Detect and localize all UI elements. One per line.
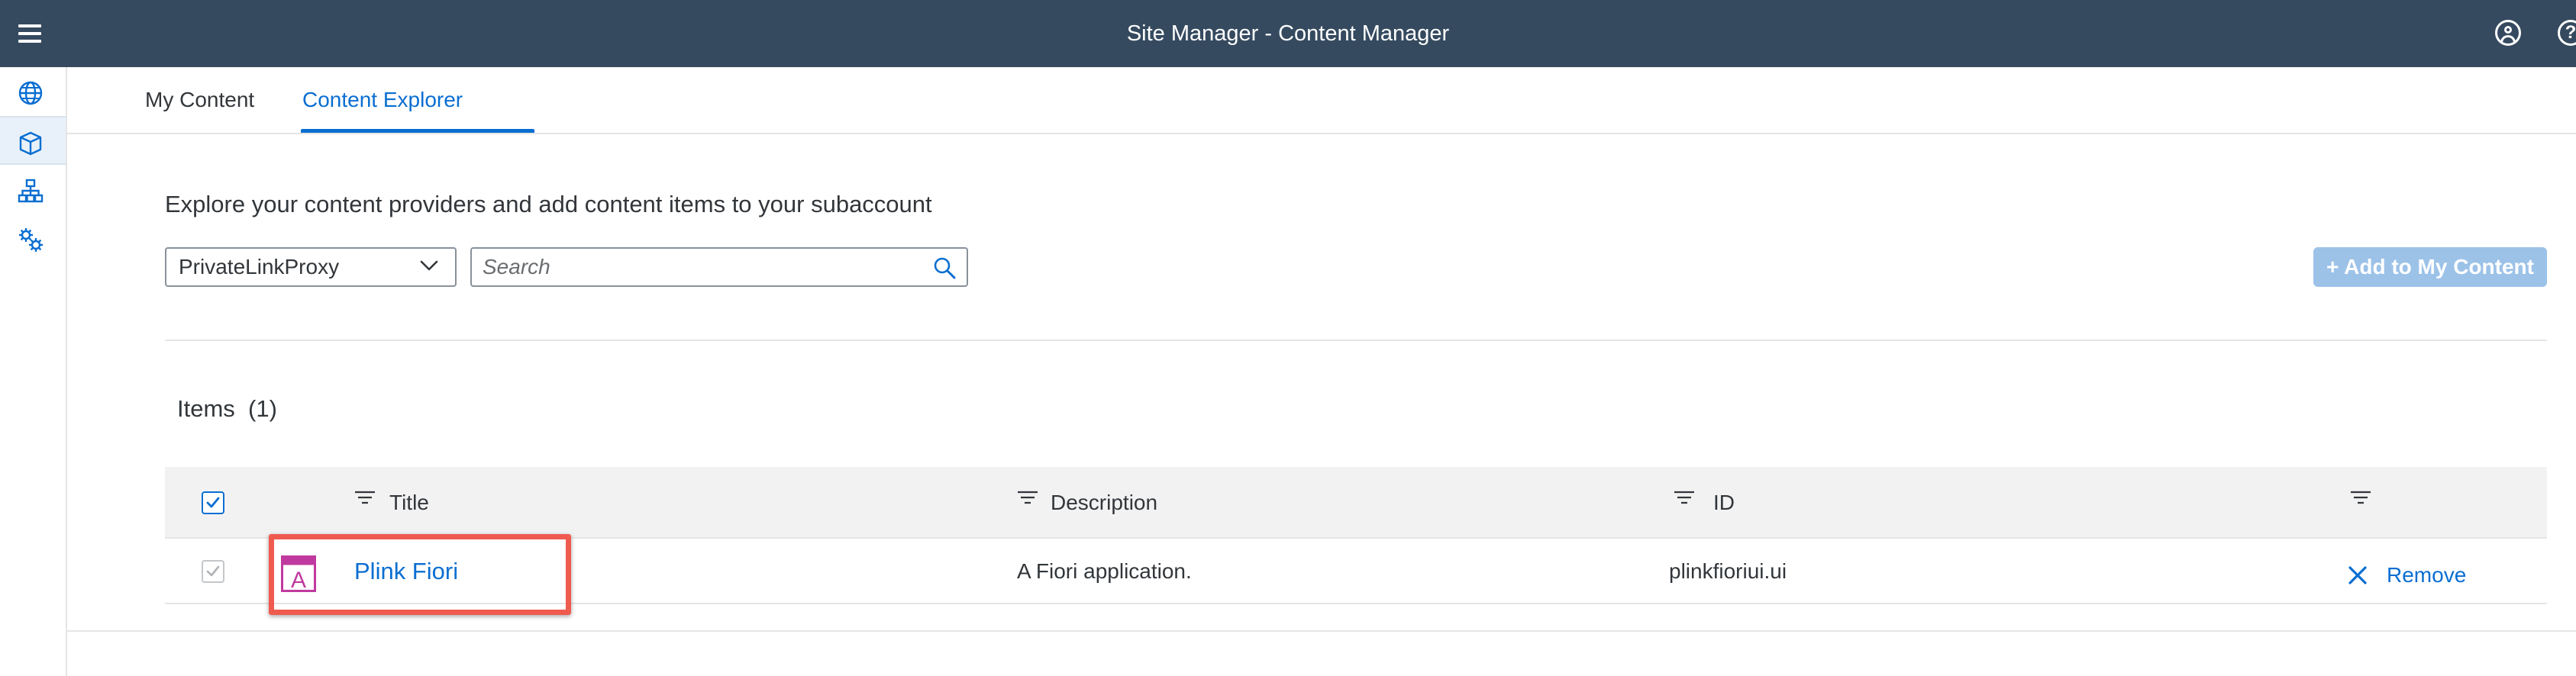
side-navigation [0,67,67,676]
user-account-icon[interactable] [2495,20,2521,46]
sidebar-item-sites[interactable] [0,67,66,116]
items-heading: Items (1) [177,395,277,423]
divider [165,340,2547,341]
search-field[interactable] [470,247,968,287]
actions-column-filter-icon[interactable] [2350,490,2371,507]
globe-icon [18,81,43,105]
tab-my-content[interactable]: My Content [145,67,254,134]
shell-bar: Site Manager - Content Manager ? [0,0,2576,67]
content-provider-value: PrivateLinkProxy [179,255,340,278]
items-title: Items [177,395,235,422]
tab-content-explorer[interactable]: Content Explorer [302,67,463,134]
column-header-description[interactable]: Description [1051,467,1157,539]
hierarchy-icon [18,179,44,203]
table-row[interactable]: Plink Fiori A Fiori application. plinkfi… [165,539,2547,604]
id-column-filter-icon[interactable] [1674,490,1695,507]
item-description: A Fiori application. [1017,559,1192,583]
column-header-id[interactable]: ID [1713,467,1735,539]
search-icon[interactable] [931,255,957,281]
sidebar-item-settings[interactable] [0,214,66,262]
add-to-my-content-button[interactable]: + Add to My Content [2313,247,2547,287]
item-title-link[interactable]: Plink Fiori [354,539,458,604]
sidebar-item-content-manager[interactable] [0,116,66,165]
items-count: (1) [248,395,277,422]
selected-tab-indicator [301,129,534,133]
content-bottom-divider [67,630,2576,632]
item-id: plinkfioriui.ui [1669,559,1787,583]
row-checkbox [202,560,224,583]
title-column-filter-icon[interactable] [354,490,376,507]
table-header: Title Description ID [165,467,2547,539]
select-all-checkbox[interactable] [202,491,224,514]
app-tile-letter: A [291,568,306,592]
settings-icon [19,228,43,252]
column-header-title[interactable]: Title [389,467,429,539]
content-provider-select[interactable]: PrivateLinkProxy [165,247,457,287]
sidebar-item-channel-manager[interactable] [0,165,66,214]
checkmark-icon [206,497,220,508]
app-tile-icon: A [281,555,316,592]
checkmark-icon [206,565,220,577]
description-column-filter-icon[interactable] [1017,490,1038,507]
cube-icon [19,131,42,156]
shell-title: Site Manager - Content Manager [1126,21,1450,46]
explorer-intro-text: Explore your content providers and add c… [165,191,932,217]
close-icon [2348,566,2367,584]
tab-bar: My Content Content Explorer [67,67,2576,134]
chevron-down-icon [420,260,438,271]
remove-label: Remove [2387,563,2467,587]
search-input[interactable] [483,253,918,281]
